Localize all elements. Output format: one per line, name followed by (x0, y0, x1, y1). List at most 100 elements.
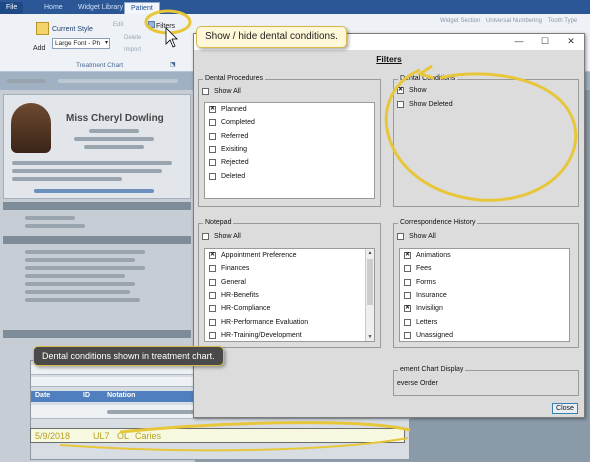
checkbox[interactable] (209, 132, 216, 140)
checkbox-row[interactable]: Insurance (404, 291, 447, 299)
checkbox[interactable] (202, 233, 209, 240)
checkbox-row[interactable]: HR-Training/Development (209, 331, 302, 339)
current-style-icon[interactable] (36, 22, 49, 35)
checkbox-checked[interactable]: ✕ (209, 252, 216, 259)
checkbox[interactable] (404, 331, 411, 339)
checkbox-row[interactable]: HR-Benefits (209, 291, 259, 299)
checkbox-checked[interactable]: ✕ (404, 252, 411, 259)
reverse-order-option[interactable]: everse Order (397, 380, 438, 387)
dental-procedures-show-all[interactable]: Show All (202, 88, 241, 95)
checkbox-row[interactable]: Unassigned (404, 331, 453, 339)
dental-condition-row[interactable]: 5/9/2018 UL7 OL Caries (30, 428, 405, 443)
scroll-thumb[interactable] (367, 259, 373, 305)
checkbox-label: Show Deleted (409, 101, 453, 108)
checkbox-row[interactable]: ✕ Planned (209, 106, 247, 113)
checkbox[interactable] (209, 305, 216, 313)
scroll-down-icon[interactable]: ▼ (367, 334, 373, 340)
checkbox[interactable] (209, 331, 216, 339)
blurred-text (89, 129, 139, 133)
checkbox-row[interactable]: Exisiting (209, 145, 247, 153)
correspondence-show-all[interactable]: Show All (397, 233, 436, 240)
checkbox-label: General (221, 278, 246, 286)
checkbox-label: Letters (416, 318, 438, 326)
ribbon-right-item-2[interactable]: Universal Numbering (486, 18, 542, 24)
checkbox[interactable] (209, 265, 216, 273)
edit-label[interactable]: Edit (113, 22, 123, 28)
scroll-up-icon[interactable]: ▲ (367, 250, 373, 256)
checkbox[interactable] (209, 278, 216, 286)
checkbox[interactable] (209, 172, 216, 180)
checkbox-checked[interactable]: ✕ (209, 106, 216, 113)
checkbox-row[interactable]: ✕ Animations (404, 252, 451, 259)
checkbox-row[interactable]: HR-Compliance (209, 305, 270, 313)
checkbox-row[interactable]: Show Deleted (397, 101, 453, 108)
checkbox-row[interactable]: ✕ Appointment Preference (209, 252, 297, 259)
checkbox-row[interactable]: Letters (404, 318, 438, 326)
checkbox[interactable] (404, 278, 411, 286)
tab-patient[interactable]: Patient (124, 2, 160, 14)
column-header-id[interactable]: ID (83, 392, 90, 399)
dental-procedures-list[interactable]: ✕ Planned Completed Referred Exisiting Reject… (204, 102, 375, 199)
checkbox[interactable] (209, 159, 216, 167)
checkbox-row[interactable]: ✕ Show (397, 87, 427, 94)
checkbox-label: Insurance (416, 291, 447, 299)
column-header-notation[interactable]: Notation (107, 392, 135, 399)
ribbon-right-item-3[interactable]: Tooth Type (548, 18, 577, 24)
column-header-date[interactable]: Date (35, 392, 50, 399)
checkbox-checked[interactable]: ✕ (397, 87, 404, 94)
group-launcher-icon[interactable]: ⬔ (170, 61, 176, 68)
checkbox-row[interactable]: Deleted (209, 172, 245, 180)
add-label[interactable]: Add (33, 45, 45, 52)
blurred-text (25, 274, 125, 278)
checkbox-row[interactable]: Fees (404, 265, 432, 273)
delete-label[interactable]: Delete (124, 35, 141, 41)
checkbox-label: Referred (221, 132, 249, 140)
checkbox-row[interactable]: General (209, 278, 246, 286)
checkbox[interactable] (397, 101, 404, 108)
checkbox-checked[interactable]: ✕ (404, 305, 411, 313)
checkbox[interactable] (397, 233, 404, 240)
import-label[interactable]: Import (124, 47, 141, 53)
maximize-icon[interactable]: ☐ (538, 35, 552, 48)
checkbox-label: Animations (416, 252, 451, 259)
checkbox[interactable] (202, 88, 209, 95)
tab-widget-library[interactable]: Widget Library (72, 2, 129, 14)
checkbox[interactable] (404, 318, 411, 326)
condition-name: Caries (135, 431, 162, 441)
notepad-scrollbar[interactable]: ▲ ▼ (365, 249, 374, 341)
checkbox[interactable] (404, 265, 411, 273)
minimize-icon[interactable]: — (512, 35, 526, 48)
condition-tooth: UL7 (93, 431, 110, 441)
treatment-chart-display-label: ement Chart Display (398, 366, 466, 373)
font-style-select[interactable]: Large Font - Ph ▾ (52, 38, 110, 49)
correspondence-history-group: Correspondence History Show All ✕ Animati… (393, 219, 579, 348)
notepad-list[interactable]: ✕ Appointment Preference Finances General HR… (204, 248, 375, 342)
checkbox-row[interactable]: Finances (209, 265, 249, 273)
close-icon[interactable]: ✕ (564, 35, 578, 48)
ribbon-right-item-1[interactable]: Widget Section (440, 18, 480, 24)
checkbox[interactable] (209, 145, 216, 153)
tab-file[interactable]: File (0, 2, 24, 14)
checkbox-label: Appointment Preference (221, 252, 297, 259)
checkbox-row[interactable]: Referred (209, 132, 249, 140)
responsible-section-bar (3, 330, 191, 338)
checkbox[interactable] (404, 291, 411, 299)
checkbox-row[interactable]: HR-Performance Evaluation (209, 318, 308, 326)
checkbox[interactable] (209, 291, 216, 299)
tab-home[interactable]: Home (38, 2, 69, 14)
close-button[interactable]: Close (552, 403, 578, 414)
patient-photo (11, 103, 51, 153)
checkbox-label: Show All (214, 88, 241, 95)
correspondence-history-label: Correspondence History (398, 219, 478, 226)
filters-button[interactable]: Filters (148, 20, 178, 34)
checkbox-row[interactable]: Rejected (209, 159, 249, 167)
checkbox-label: Forms (416, 278, 436, 286)
checkbox[interactable] (209, 119, 216, 127)
correspondence-list[interactable]: ✕ Animations Fees Forms Insurance ✕ Invisilign… (399, 248, 570, 342)
checkbox-row[interactable]: Forms (404, 278, 436, 286)
checkbox-label: Unassigned (416, 331, 453, 339)
notepad-show-all[interactable]: Show All (202, 233, 241, 240)
checkbox[interactable] (209, 318, 216, 326)
checkbox-row[interactable]: Completed (209, 119, 255, 127)
checkbox-row[interactable]: ✕ Invisilign (404, 305, 443, 313)
